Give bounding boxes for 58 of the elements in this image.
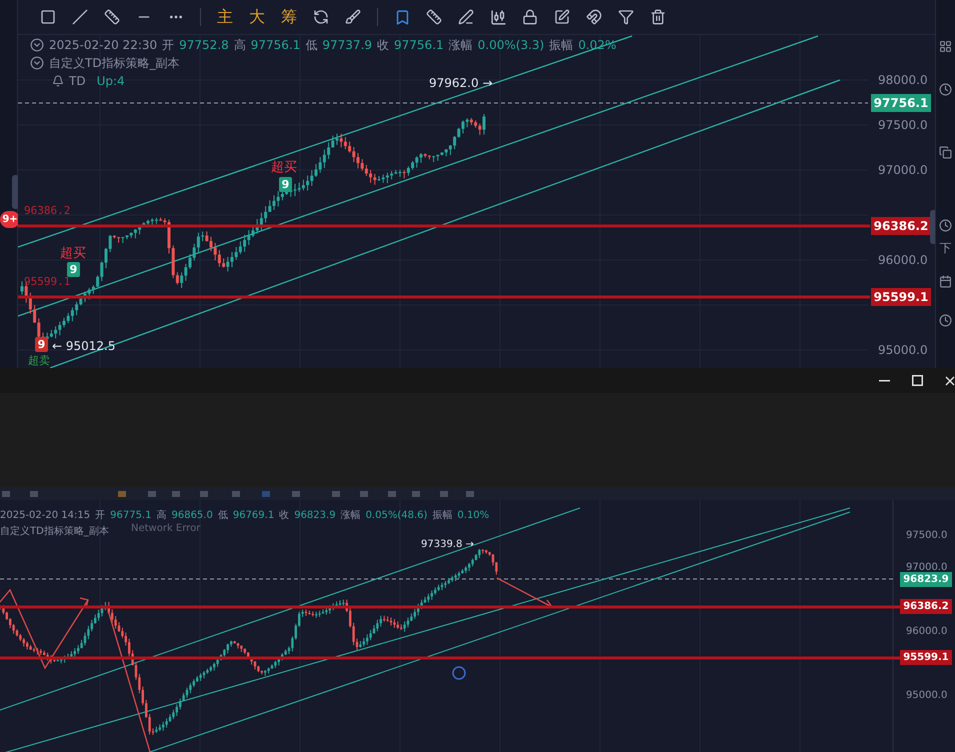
toolbar-button[interactable]: 主 (209, 4, 241, 30)
field-value: 97752.8 (179, 38, 229, 52)
field-label: 开 (95, 509, 106, 522)
price-axis-label: 97500.0 (878, 118, 928, 132)
price-axis-label: 95000.0 (906, 690, 948, 701)
field-label: 高 (156, 508, 166, 522)
level-price-tag: 96386.2 (900, 599, 952, 614)
level-price-tag: 95599.1 (871, 288, 931, 306)
indicator-name: 自定义TD指标策略_副本 (49, 54, 180, 72)
field-label: 低 (218, 509, 228, 522)
price-axis-label: 96000.0 (878, 253, 928, 267)
field-label: 收 (377, 36, 390, 54)
price-axis-label: 95000.0 (878, 343, 928, 357)
signal-text: 超卖 (28, 353, 50, 368)
field-value: 0.10% (457, 510, 490, 520)
toolbar-button[interactable]: 筹 (273, 4, 305, 30)
network-status: Network Error (131, 523, 200, 534)
current-price-tag: 97756.1 (871, 94, 931, 112)
field-label: 低 (305, 36, 318, 54)
toolbar-button[interactable]: 大 (241, 4, 273, 30)
signal-marker: 9 (279, 177, 292, 192)
field-value: 96769.1 (232, 510, 274, 520)
level-label: 95599.1 (24, 275, 70, 288)
signal-marker: 9 (67, 262, 80, 277)
level-price-tag: 96386.2 (871, 217, 931, 235)
field-value: 96775.1 (110, 510, 152, 520)
signal-marker: 9 (35, 337, 48, 352)
field-label: 涨幅 (448, 36, 473, 54)
bar-time: 2025-02-20 14:15 (0, 510, 90, 520)
field-value: 97737.9 (322, 38, 372, 52)
field-value: 0.00%(3.3) (478, 38, 544, 52)
indicator-name: 自定义TD指标策略_副本 (0, 524, 109, 538)
td-label: TD (69, 74, 86, 88)
price-axis-label: 97500.0 (906, 530, 948, 541)
signal-text: 超买 (271, 159, 297, 176)
field-value: 0.05%(48.6) (366, 510, 428, 520)
field-label: 振幅 (549, 36, 574, 54)
field-value: 96865.0 (171, 510, 213, 520)
current-price-tag: 96823.9 (900, 572, 952, 587)
signal-text: 超买 (60, 245, 86, 262)
level-price-tag: 95599.1 (900, 650, 952, 665)
high-price-label: 97339.8 → (421, 539, 474, 550)
price-axis-label: 98000.0 (878, 73, 928, 87)
field-label: 振幅 (432, 509, 452, 522)
field-label: 开 (162, 36, 174, 54)
field-label: 收 (279, 509, 290, 522)
sidebar-label: 下 (940, 240, 952, 257)
price-axis-label: 96000.0 (906, 626, 948, 637)
bar-time: 2025-02-20 22:30 (49, 38, 158, 52)
field-label: 高 (234, 36, 246, 54)
field-value: 96823.9 (294, 510, 336, 520)
price-axis-label: 97000.0 (878, 163, 928, 177)
level-label: 96386.2 (24, 204, 70, 217)
field-label: 涨幅 (340, 508, 361, 522)
td-status: Up:4 (96, 74, 125, 88)
field-value: 97756.1 (250, 38, 300, 52)
price-axis-label: 97000.0 (906, 562, 948, 573)
field-value: 97756.1 (394, 38, 444, 52)
